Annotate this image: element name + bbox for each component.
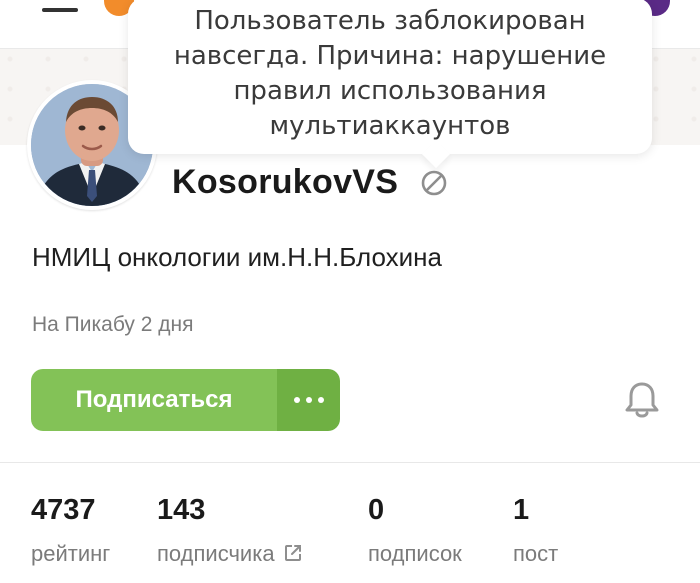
username: KosorukovVS [172, 163, 399, 201]
stat-value: 1 [513, 494, 530, 526]
subscribe-group: Подписаться [31, 369, 340, 431]
subscribe-button[interactable]: Подписаться [31, 369, 277, 431]
bell-icon[interactable] [624, 380, 660, 420]
stat-subscriptions[interactable]: 0 подписок [368, 494, 462, 567]
stat-value: 143 [157, 494, 206, 526]
external-link-icon[interactable] [283, 543, 303, 563]
tooltip-line: мультиаккаунтов [269, 111, 511, 141]
stat-value: 4737 [31, 494, 96, 526]
stat-label: рейтинг [31, 541, 111, 566]
more-dots-icon[interactable] [277, 369, 340, 431]
stat-label: пост [513, 541, 559, 566]
ban-icon[interactable] [420, 169, 448, 197]
tooltip-line: навсегда. Причина: нарушение [173, 41, 607, 71]
hamburger-icon[interactable] [42, 2, 78, 16]
tooltip-line: Пользователь заблокирован [194, 6, 586, 36]
stat-value: 0 [368, 494, 385, 526]
tooltip-line: правил использования [233, 76, 547, 106]
divider [0, 462, 700, 463]
stat-label: подписчика [157, 541, 275, 566]
stat-subscribers[interactable]: 143 подписчика [157, 494, 303, 567]
member-since: На Пикабу 2 дня [32, 313, 194, 336]
stat-label: подписок [368, 541, 462, 566]
ban-reason-tooltip: Пользователь заблокирован навсегда. Прич… [128, 0, 652, 154]
stat-rating[interactable]: 4737 рейтинг [31, 494, 110, 567]
profile-subtitle: НМИЦ онкологии им.Н.Н.Блохина [32, 242, 442, 272]
stat-posts[interactable]: 1 пост [513, 494, 558, 567]
